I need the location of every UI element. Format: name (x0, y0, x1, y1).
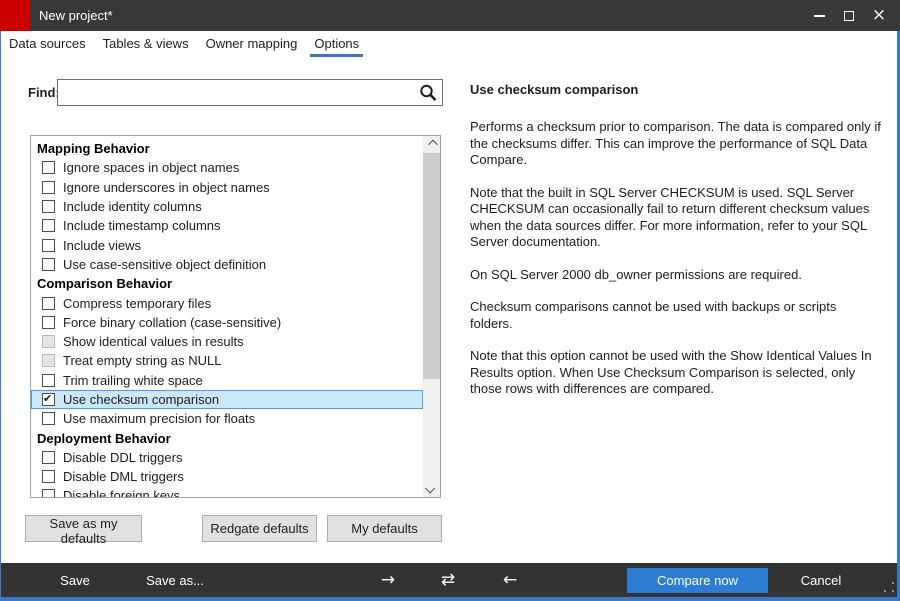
option-row[interactable]: Use case-sensitive object definition (31, 255, 423, 274)
tab-tables-views[interactable]: Tables & views (99, 36, 193, 57)
scroll-down-button[interactable] (423, 480, 440, 497)
option-label: Disable DML triggers (63, 469, 184, 484)
checkbox-icon[interactable] (42, 297, 55, 310)
app-logo-icon (0, 0, 30, 31)
checkbox-icon[interactable] (42, 181, 55, 194)
option-label: Use maximum precision for floats (63, 411, 255, 426)
option-label: Force binary collation (case-sensitive) (63, 315, 281, 330)
option-label: Use case-sensitive object definition (63, 257, 266, 272)
save-as-button[interactable]: Save as... (140, 563, 210, 597)
option-label: Trim trailing white space (63, 373, 203, 388)
option-description-panel: Use checksum comparison Performs a check… (470, 82, 882, 414)
option-label: Disable foreign keys (63, 488, 180, 498)
option-label: Show identical values in results (63, 334, 244, 349)
find-input[interactable] (57, 79, 443, 106)
section-header: Comparison Behavior (31, 274, 423, 293)
option-row[interactable]: Treat empty string as NULL (31, 351, 423, 370)
save-button[interactable]: Save (45, 563, 105, 597)
checkbox-icon[interactable] (42, 470, 55, 483)
close-icon: × (872, 7, 886, 24)
swap-direction-icon[interactable]: ⇄ (428, 563, 468, 597)
option-label: Use checksum comparison (63, 392, 219, 407)
option-label: Compress temporary files (63, 296, 211, 311)
option-row[interactable]: Ignore spaces in object names (31, 158, 423, 177)
option-row[interactable]: Include identity columns (31, 197, 423, 216)
checkbox-icon[interactable] (42, 316, 55, 329)
options-list-items: Mapping Behavior Ignore spaces in object… (31, 136, 423, 498)
checkbox-icon[interactable] (42, 489, 55, 498)
description-paragraph: Performs a checksum prior to comparison.… (470, 119, 882, 169)
compare-now-button[interactable]: Compare now (627, 568, 768, 593)
option-row[interactable]: Disable foreign keys (31, 486, 423, 498)
option-row[interactable]: Disable DML triggers (31, 467, 423, 486)
section-header: Mapping Behavior (31, 139, 423, 158)
option-label: Include timestamp columns (63, 218, 221, 233)
vertical-scrollbar[interactable] (423, 136, 440, 497)
option-row[interactable]: Use maximum precision for floats (31, 409, 423, 428)
minimize-button[interactable] (804, 0, 834, 31)
find-label: Find: (28, 85, 60, 100)
option-label: Include identity columns (63, 199, 202, 214)
option-row[interactable]: Trim trailing white space (31, 371, 423, 390)
save-as-my-defaults-button[interactable]: Save as my defaults (25, 515, 142, 542)
checkbox-icon[interactable] (42, 239, 55, 252)
option-row[interactable]: Compress temporary files (31, 293, 423, 312)
tab-owner-mapping[interactable]: Owner mapping (202, 36, 302, 57)
chevron-up-icon (428, 140, 438, 150)
tab-bar: Data sources Tables & views Owner mappin… (0, 31, 896, 58)
scrollbar-thumb[interactable] (423, 153, 440, 379)
cancel-button[interactable]: Cancel (790, 563, 852, 597)
chevron-down-icon (425, 484, 435, 494)
checkbox-checked-icon[interactable] (42, 393, 55, 406)
checkbox-icon[interactable] (42, 200, 55, 213)
option-label: Ignore underscores in object names (63, 180, 270, 195)
window-controls: × (804, 0, 894, 31)
window-border (0, 31, 1, 601)
title-bar: New project* × (0, 0, 900, 31)
maximize-button[interactable] (834, 0, 864, 31)
checkbox-disabled-icon (42, 335, 55, 348)
description-title: Use checksum comparison (470, 82, 882, 97)
checkbox-icon[interactable] (42, 161, 55, 174)
tab-data-sources[interactable]: Data sources (5, 36, 90, 57)
option-label: Treat empty string as NULL (63, 353, 221, 368)
option-row[interactable]: Disable DDL triggers (31, 448, 423, 467)
option-row[interactable]: Include timestamp columns (31, 216, 423, 235)
map-right-arrow-icon[interactable]: → (368, 563, 408, 597)
option-label: Ignore spaces in object names (63, 160, 239, 175)
checkbox-icon[interactable] (42, 258, 55, 271)
option-row[interactable]: Ignore underscores in object names (31, 178, 423, 197)
maximize-icon (844, 11, 854, 21)
resize-grip[interactable] (884, 582, 894, 592)
option-row[interactable]: Force binary collation (case-sensitive) (31, 313, 423, 332)
option-row-selected[interactable]: Use checksum comparison (31, 390, 423, 409)
description-paragraph: Checksum comparisons cannot be used with… (470, 299, 882, 332)
redgate-defaults-button[interactable]: Redgate defaults (202, 515, 317, 542)
checkbox-icon[interactable] (42, 412, 55, 425)
window-border (0, 597, 900, 601)
close-button[interactable]: × (864, 0, 894, 31)
checkbox-icon[interactable] (42, 451, 55, 464)
window-title: New project* (39, 8, 113, 23)
description-paragraph: Note that this option cannot be used wit… (470, 348, 882, 398)
option-row[interactable]: Include views (31, 235, 423, 254)
bottom-action-bar: Save Save as... → ⇄ ← Compare now Cancel (0, 563, 900, 597)
description-paragraph: Note that the built in SQL Server CHECKS… (470, 185, 882, 251)
my-defaults-button[interactable]: My defaults (327, 515, 442, 542)
section-header: Deployment Behavior (31, 428, 423, 447)
checkbox-icon[interactable] (42, 219, 55, 232)
minimize-icon (814, 15, 825, 17)
map-left-arrow-icon[interactable]: ← (490, 563, 530, 597)
option-row[interactable]: Show identical values in results (31, 332, 423, 351)
new-project-dialog: New project* × Data sources Tables & vie… (0, 0, 900, 601)
options-list: Mapping Behavior Ignore spaces in object… (30, 135, 441, 498)
checkbox-disabled-icon (42, 354, 55, 367)
description-paragraph: On SQL Server 2000 db_owner permissions … (470, 267, 882, 284)
scroll-up-button[interactable] (423, 136, 440, 153)
tab-options[interactable]: Options (310, 36, 363, 57)
option-label: Include views (63, 238, 141, 253)
option-label: Disable DDL triggers (63, 450, 182, 465)
checkbox-icon[interactable] (42, 374, 55, 387)
search-icon (418, 83, 438, 103)
